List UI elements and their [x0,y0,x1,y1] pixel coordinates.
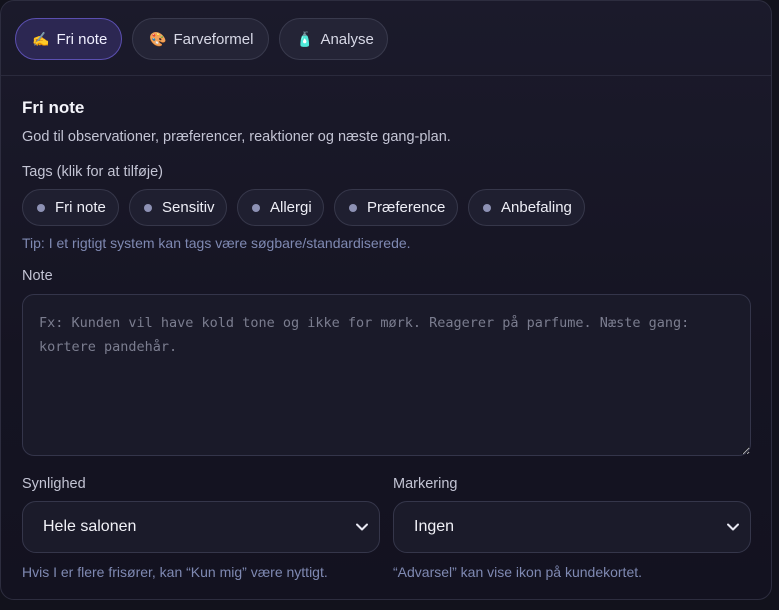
palette-icon: 🎨 [149,30,167,47]
note-panel: ✍️ Fri note 🎨 Farveformel 🧴 Analyse Fri … [0,0,772,600]
marking-selected-value: Ingen [414,518,455,535]
writing-hand-icon: ✍️ [32,30,50,47]
visibility-select[interactable]: Hele salonen [22,501,380,553]
marking-hint: “Advarsel” kan vise ikon på kundekortet. [393,564,643,580]
tag-chip-label: Allergi [270,199,312,216]
bottle-icon: 🧴 [296,30,314,47]
marking-select[interactable]: Ingen [393,501,751,553]
tag-chip-anbefaling[interactable]: Anbefaling [468,189,585,226]
tab-analyse[interactable]: 🧴 Analyse [279,18,388,60]
section-subtitle: God til observationer, præferencer, reak… [22,129,451,145]
dot-icon [483,203,491,212]
chevron-down-icon [356,523,368,531]
tag-chip-label: Præference [367,199,446,216]
chevron-down-icon [727,523,739,531]
dot-icon [349,203,357,212]
tag-chip-praeference[interactable]: Præference [334,189,458,226]
dot-icon [37,203,45,212]
tab-label: Farveformel [173,30,254,48]
tag-chip-allergi[interactable]: Allergi [237,189,324,226]
tags-tip: Tip: I et rigtigt system kan tags være s… [22,235,411,251]
tab-bar: ✍️ Fri note 🎨 Farveformel 🧴 Analyse [1,1,771,76]
tag-chip-label: Fri note [55,199,106,216]
tab-label: Fri note [56,30,108,48]
tag-chip-sensitiv[interactable]: Sensitiv [129,189,227,226]
dot-icon [144,203,152,212]
dot-icon [252,203,260,212]
visibility-label: Synlighed [22,476,86,492]
visibility-hint: Hvis I er flere frisører, kan “Kun mig” … [22,564,328,580]
tab-label: Analyse [320,30,374,48]
tag-chip-label: Sensitiv [162,199,215,216]
tag-chip-fri-note[interactable]: Fri note [22,189,119,226]
note-label: Note [22,268,53,284]
visibility-selected-value: Hele salonen [43,518,137,535]
tag-chip-label: Anbefaling [501,199,572,216]
section-title: Fri note [22,98,85,117]
marking-label: Markering [393,476,458,492]
tab-fri-note[interactable]: ✍️ Fri note [15,18,122,60]
tags-label: Tags (klik for at tilføje) [22,164,163,180]
tab-farveformel[interactable]: 🎨 Farveformel [132,18,269,60]
note-textarea[interactable] [22,294,751,456]
